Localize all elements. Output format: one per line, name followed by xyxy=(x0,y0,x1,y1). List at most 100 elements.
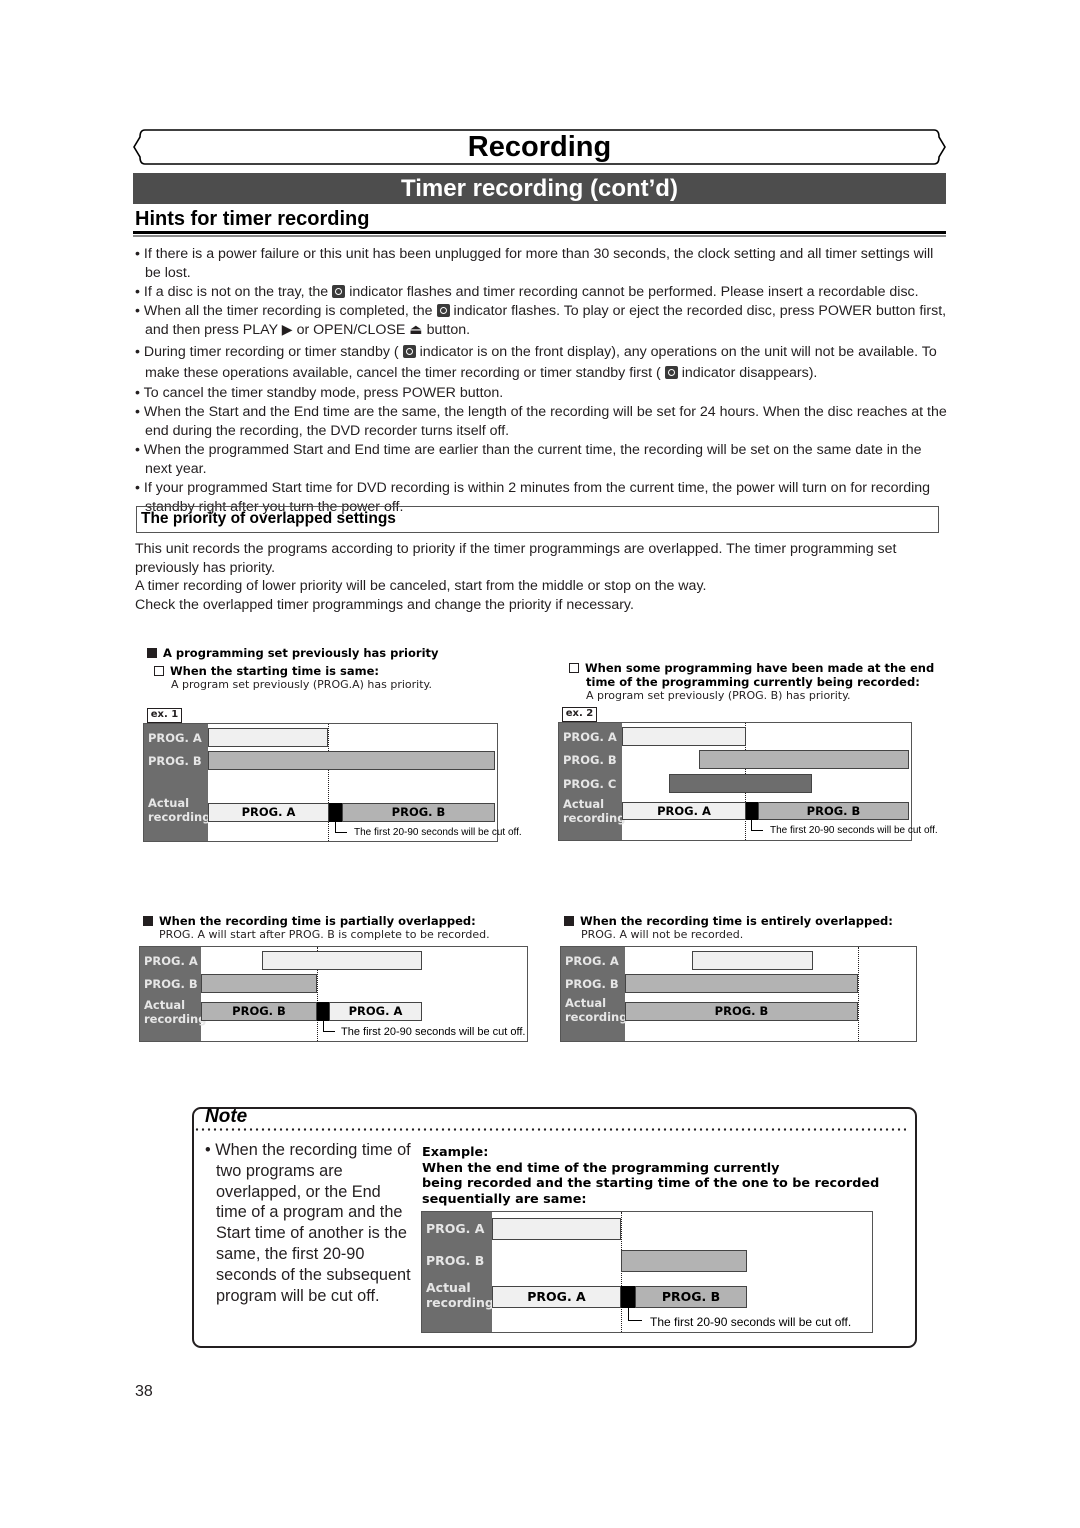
row-label-prog-b: PROG. B xyxy=(563,753,617,767)
ex2-diagram: PROG. A PROG. B PROG. C Actual recording… xyxy=(558,722,938,841)
cut-off-note: The first 20-90 seconds will be cut off. xyxy=(354,827,522,838)
priority-description: This unit records the programs according… xyxy=(135,540,950,614)
priority-paragraph: A timer recording of lower priority will… xyxy=(135,578,707,594)
row-label-recording: recording xyxy=(565,1010,628,1024)
example-heading: being recorded and the starting time of … xyxy=(422,1176,880,1191)
group-heading: A programming set previously has priorit… xyxy=(147,646,439,660)
partial-heading: When the recording time is partially ove… xyxy=(143,914,476,928)
cut-off-note: The first 20-90 seconds will be cut off. xyxy=(770,825,938,836)
row-label-prog-a: PROG. A xyxy=(426,1221,485,1236)
cut-off-segment xyxy=(317,1002,329,1021)
row-label-prog-a: PROG. A xyxy=(144,954,198,968)
prog-a-bar xyxy=(692,951,813,970)
time-marker xyxy=(621,1212,622,1332)
hint-item: • When all the timer recording is comple… xyxy=(135,303,947,338)
cut-off-note: The first 20-90 seconds will be cut off. xyxy=(650,1315,852,1329)
actual-bar-label: PROG. B xyxy=(806,804,861,818)
time-marker xyxy=(858,947,859,1041)
cut-off-segment xyxy=(621,1286,635,1308)
prog-c-bar xyxy=(669,774,812,793)
row-label-prog-c: PROG. C xyxy=(563,777,617,791)
prog-a-bar xyxy=(492,1218,621,1240)
section-title: Recording xyxy=(467,131,612,163)
ex1-label: ex. 1 xyxy=(147,708,182,723)
callout-line xyxy=(751,820,763,831)
row-label-recording: recording xyxy=(144,1012,207,1026)
ex1-diagram: PROG. A PROG. B Actual recording PROG. A… xyxy=(143,723,522,842)
actual-bar-label: PROG. A xyxy=(348,1004,403,1018)
row-label-actual: Actual xyxy=(426,1280,471,1295)
hints-heading: Hints for timer recording xyxy=(135,208,370,230)
prog-b-bar xyxy=(699,750,909,769)
heading-rule xyxy=(133,231,946,234)
note-body: • When the recording time of two program… xyxy=(205,1141,411,1305)
heading-rule-shadow xyxy=(133,235,946,237)
section-banner: Recording xyxy=(133,129,946,165)
ex2-subtext: A program set previously (PROG. B) has p… xyxy=(586,689,851,702)
row-label-recording: recording xyxy=(426,1295,494,1310)
priority-paragraph: Check the overlapped timer programmings … xyxy=(135,596,634,613)
prog-b-bar xyxy=(625,974,858,993)
hint-item: • If there is a power failure or this un… xyxy=(135,246,934,281)
note-diagram: PROG. A PROG. B Actual recording PROG. A… xyxy=(421,1211,873,1333)
row-label-actual: Actual xyxy=(148,796,190,810)
cut-off-segment xyxy=(329,803,342,822)
timer-indicator-icon xyxy=(332,285,346,298)
timer-indicator-icon xyxy=(436,304,450,317)
row-label-actual: Actual xyxy=(144,998,186,1012)
ex2-heading-cont: time of the programming currently being … xyxy=(586,675,920,689)
example-heading: When the end time of the programming cur… xyxy=(422,1160,780,1176)
dotted-divider xyxy=(194,1128,906,1131)
priority-heading: The priority of overlapped settings xyxy=(141,510,396,527)
actual-bar-label: PROG. B xyxy=(232,1004,286,1018)
row-label-recording: recording xyxy=(563,811,626,825)
actual-bar-label: PROG. B xyxy=(391,805,446,819)
entire-diagram: PROG. A PROG. B Actual recording PROG. B xyxy=(560,946,917,1042)
cut-off-note: The first 20-90 seconds will be cut off. xyxy=(341,1026,526,1038)
row-label-recording: recording xyxy=(148,810,211,824)
ex2-heading: When some programming have been made at … xyxy=(569,661,934,675)
note-example-text: Example: When the end time of the progra… xyxy=(422,1145,882,1207)
prog-b-bar xyxy=(208,751,495,770)
row-label-actual: Actual xyxy=(563,797,605,811)
prog-a-bar xyxy=(208,728,328,747)
example-heading: sequentially are same: xyxy=(422,1191,587,1207)
entire-heading: When the recording time is entirely over… xyxy=(564,914,893,928)
entire-subtext: PROG. A will not be recorded. xyxy=(581,928,744,941)
hint-item: • To cancel the timer standby mode, pres… xyxy=(135,385,504,401)
timer-indicator-icon xyxy=(664,366,678,379)
filled-square-icon xyxy=(143,916,153,926)
row-label-prog-b: PROG. B xyxy=(565,977,619,991)
filled-square-icon xyxy=(564,916,574,926)
open-square-icon xyxy=(154,666,164,676)
row-label-prog-b: PROG. B xyxy=(148,754,202,768)
ex1-heading: When the starting time is same: xyxy=(154,664,379,678)
example-label: Example: xyxy=(422,1145,489,1160)
callout-line xyxy=(628,1308,642,1321)
callout-line xyxy=(335,822,347,833)
cut-off-segment xyxy=(746,802,758,820)
partial-diagram: PROG. A PROG. B Actual recording PROG. B… xyxy=(139,946,528,1042)
hint-item: • During timer recording or timer standb… xyxy=(135,344,937,381)
prog-a-bar xyxy=(262,951,422,970)
callout-line xyxy=(323,1021,335,1032)
priority-paragraph: This unit records the programs according… xyxy=(135,541,897,576)
row-label-prog-a: PROG. A xyxy=(565,954,619,968)
hint-item: • When the Start and the End time are th… xyxy=(135,404,947,439)
priority-heading-box: The priority of overlapped settings xyxy=(136,506,939,533)
row-label-prog-a: PROG. A xyxy=(148,731,202,745)
prog-b-bar xyxy=(621,1250,747,1272)
note-title: Note xyxy=(205,1106,248,1127)
page-number: 38 xyxy=(135,1383,153,1400)
partial-subtext: PROG. A will start after PROG. B is comp… xyxy=(159,928,490,941)
row-label-prog-b: PROG. B xyxy=(144,977,198,991)
hints-list: • If there is a power failure or this un… xyxy=(135,245,950,517)
row-label-actual: Actual xyxy=(565,996,607,1010)
actual-bar-label: PROG. A xyxy=(527,1289,586,1304)
actual-bar-label: PROG. B xyxy=(661,1289,721,1304)
time-marker xyxy=(328,724,329,841)
prog-b-bar xyxy=(201,974,317,993)
open-square-icon xyxy=(569,663,579,673)
row-label-prog-a: PROG. A xyxy=(563,730,617,744)
prog-a-bar xyxy=(622,727,746,746)
